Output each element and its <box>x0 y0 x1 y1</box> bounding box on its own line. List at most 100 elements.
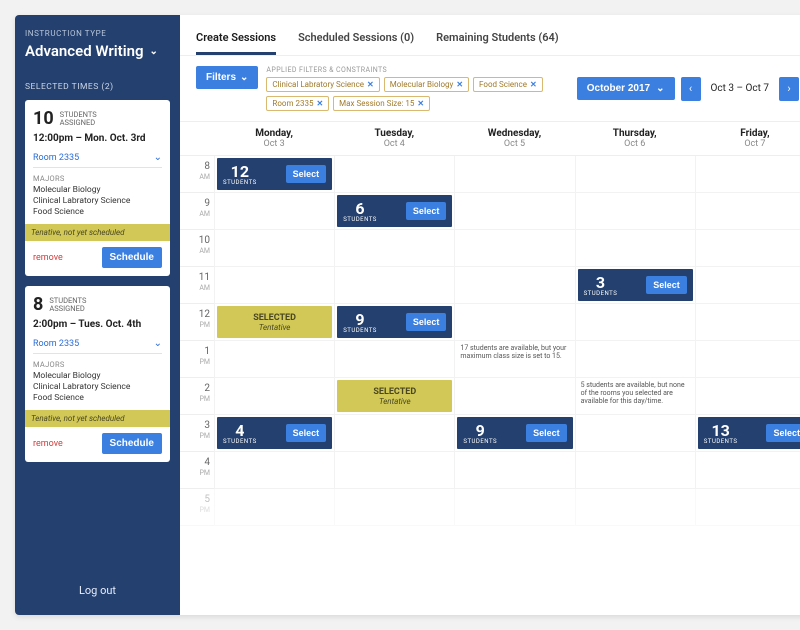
selected-block: SELECTEDTentative <box>217 306 332 338</box>
time-slot[interactable] <box>575 156 695 193</box>
chip-remove-icon[interactable]: ✕ <box>316 99 323 108</box>
chip-remove-icon[interactable]: ✕ <box>367 80 374 89</box>
chip-remove-icon[interactable]: ✕ <box>417 99 424 108</box>
time-slot[interactable] <box>454 304 574 341</box>
remove-link[interactable]: remove <box>33 253 63 263</box>
time-slot[interactable] <box>695 378 800 415</box>
time-slot[interactable] <box>334 267 454 304</box>
schedule-button[interactable]: Schedule <box>102 247 162 268</box>
time-slot[interactable] <box>334 452 454 489</box>
chevron-down-icon: ⌄ <box>240 72 248 83</box>
time-slot[interactable] <box>334 415 454 452</box>
select-button[interactable]: Select <box>766 424 800 442</box>
time-slot[interactable] <box>575 304 695 341</box>
major-item: Clinical Labratory Science <box>33 382 162 393</box>
time-slot[interactable]: 6STUDENTSSelect <box>334 193 454 230</box>
major-item: Food Science <box>33 207 162 218</box>
time-slot[interactable] <box>695 341 800 378</box>
grid-corner <box>180 122 214 156</box>
filter-chip: Room 2335✕ <box>266 96 329 111</box>
time-slot[interactable] <box>454 452 574 489</box>
selected-time-card: 10 STUDENTS ASSIGNED 12:00pm – Mon. Oct.… <box>25 100 170 276</box>
session-block: 4STUDENTSSelect <box>217 417 332 449</box>
tab-scheduled-sessions[interactable]: Scheduled Sessions (0) <box>298 31 414 55</box>
room-select[interactable]: Room 2335 ⌄ <box>33 152 162 168</box>
time-slot[interactable] <box>695 452 800 489</box>
select-button[interactable]: Select <box>526 424 567 442</box>
session-block: 13STUDENTSSelect <box>698 417 800 449</box>
time-slot[interactable] <box>575 193 695 230</box>
time-slot[interactable] <box>334 341 454 378</box>
select-button[interactable]: Select <box>286 165 327 183</box>
instruction-type-selector[interactable]: Advanced Writing ⌄ <box>25 42 170 60</box>
time-slot[interactable] <box>214 193 334 230</box>
time-slot: 2:00pm – Tues. Oct. 4th <box>33 319 162 330</box>
filters-button[interactable]: Filters ⌄ <box>196 66 258 89</box>
time-slot[interactable] <box>575 230 695 267</box>
hour-label: 1PM <box>180 341 214 378</box>
time-slot[interactable] <box>214 378 334 415</box>
time-slot[interactable]: 4STUDENTSSelect <box>214 415 334 452</box>
time-slot[interactable] <box>695 267 800 304</box>
chip-remove-icon[interactable]: ✕ <box>530 80 537 89</box>
main-panel: Create Sessions Scheduled Sessions (0) R… <box>180 15 800 615</box>
time-slot[interactable]: 12STUDENTSSelect <box>214 156 334 193</box>
availability-note: 5 students are available, but none of th… <box>575 378 695 415</box>
time-slot <box>334 489 454 526</box>
time-slot[interactable] <box>575 452 695 489</box>
time-slot[interactable] <box>454 230 574 267</box>
schedule-grid: Monday,Oct 3 Tuesday,Oct 4 Wednesday,Oct… <box>180 121 800 615</box>
time-slot[interactable] <box>214 230 334 267</box>
time-slot[interactable] <box>575 341 695 378</box>
assigned-label: STUDENTS ASSIGNED <box>49 297 86 313</box>
hour-label: 2PM <box>180 378 214 415</box>
filter-chips: Clinical Labratory Science✕ Molecular Bi… <box>266 77 546 111</box>
tabs: Create Sessions Scheduled Sessions (0) R… <box>180 15 800 56</box>
filter-chip: Molecular Biology✕ <box>384 77 469 92</box>
chip-remove-icon[interactable]: ✕ <box>456 80 463 89</box>
time-slot[interactable] <box>334 156 454 193</box>
time-slot[interactable] <box>214 341 334 378</box>
session-block: 6STUDENTSSelect <box>337 195 452 227</box>
filter-chip: Food Science✕ <box>473 77 543 92</box>
time-slot[interactable] <box>454 267 574 304</box>
time-slot[interactable]: 13STUDENTSSelect <box>695 415 800 452</box>
availability-note: 17 students are available, but your maxi… <box>454 341 574 378</box>
select-button[interactable]: Select <box>406 313 447 331</box>
logout-link[interactable]: Log out <box>25 576 170 605</box>
select-button[interactable]: Select <box>286 424 327 442</box>
time-slot[interactable]: 3STUDENTSSelect <box>575 267 695 304</box>
time-slot[interactable] <box>454 193 574 230</box>
hour-label: 3PM <box>180 415 214 452</box>
tab-remaining-students[interactable]: Remaining Students (64) <box>436 31 559 55</box>
time-slot[interactable] <box>695 156 800 193</box>
time-slot[interactable] <box>334 230 454 267</box>
time-slot[interactable]: SELECTEDTentative <box>214 304 334 341</box>
time-slot[interactable]: 9STUDENTSSelect <box>334 304 454 341</box>
room-select[interactable]: Room 2335 ⌄ <box>33 338 162 354</box>
session-block: 9STUDENTSSelect <box>457 417 572 449</box>
select-button[interactable]: Select <box>646 276 687 294</box>
time-slot[interactable] <box>454 378 574 415</box>
student-count: 8 <box>33 294 43 315</box>
hour-label: 5PM <box>180 489 214 526</box>
time-slot[interactable]: 9STUDENTSSelect <box>454 415 574 452</box>
time-slot[interactable]: SELECTEDTentative <box>334 378 454 415</box>
time-slot[interactable] <box>575 415 695 452</box>
time-slot[interactable] <box>454 156 574 193</box>
day-header: Tuesday,Oct 4 <box>334 122 454 156</box>
time-slot[interactable] <box>214 452 334 489</box>
time-slot[interactable] <box>695 230 800 267</box>
sidebar: INSTRUCTION TYPE Advanced Writing ⌄ SELE… <box>15 15 180 615</box>
month-select[interactable]: October 2017 ⌄ <box>577 77 675 100</box>
next-week-button[interactable]: › <box>779 77 799 101</box>
schedule-button[interactable]: Schedule <box>102 433 162 454</box>
time-slot[interactable] <box>214 267 334 304</box>
time-slot[interactable] <box>695 304 800 341</box>
select-button[interactable]: Select <box>406 202 447 220</box>
remove-link[interactable]: remove <box>33 439 63 449</box>
time-slot[interactable] <box>695 193 800 230</box>
tab-create-sessions[interactable]: Create Sessions <box>196 31 276 55</box>
prev-week-button[interactable]: ‹ <box>681 77 701 101</box>
major-item: Food Science <box>33 393 162 404</box>
